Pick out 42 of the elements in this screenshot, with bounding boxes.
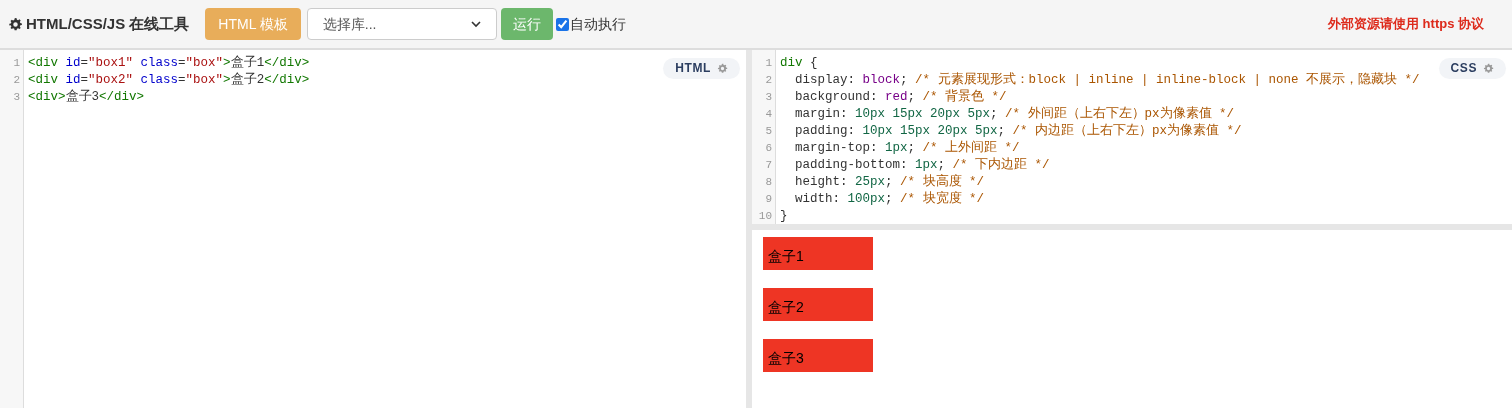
gear-icon — [8, 16, 23, 32]
code-line: margin: 10px 15px 20px 5px; /* 外间距（上右下左）px为像素值 */ — [794, 106, 1236, 123]
code-line: } — [780, 208, 789, 225]
code-line: <div>盒子3</div> — [28, 89, 146, 106]
code-line: height: 25px; /* 块高度 */ — [794, 174, 986, 191]
line-number: 5 — [764, 124, 773, 139]
preview-box: 盒子1 — [763, 237, 873, 270]
line-number: 2 — [12, 73, 21, 88]
code-line: div { — [780, 55, 819, 72]
language-badge[interactable]: HTML — [663, 58, 740, 79]
line-number: 8 — [764, 175, 773, 190]
code-line: <div id="box2" class="box">盒子2</div> — [28, 72, 310, 89]
code-line: <div id="box1" class="box">盒子1</div> — [28, 55, 310, 72]
line-number: 7 — [764, 158, 773, 173]
line-number: 2 — [764, 73, 773, 88]
line-number: 6 — [764, 141, 773, 156]
language-label: HTML — [675, 60, 711, 77]
library-select[interactable]: 选择库... — [306, 8, 497, 40]
code-line: display: block; /* 元素展现形式：block | inline | inline-block | none 不展示，隐藏块 */ — [794, 72, 1420, 89]
line-number: 3 — [12, 90, 21, 105]
auto-run-label: 自动执行 — [569, 14, 626, 34]
code-line: margin-top: 1px; /* 上外间距 */ — [794, 140, 1021, 157]
code-line: padding: 10px 15px 20px 5px; /* 内边距（上右下左）px为像素值 */ — [794, 123, 1243, 140]
language-badge[interactable]: CSS — [1438, 58, 1506, 79]
code-line: padding-bottom: 1px; /* 下内边距 */ — [794, 157, 1051, 174]
line-number: 3 — [764, 90, 773, 105]
line-number: 4 — [764, 107, 773, 122]
auto-run-checkbox[interactable] — [555, 17, 569, 31]
preview-box: 盒子3 — [763, 339, 873, 372]
gear-icon — [1483, 63, 1494, 74]
preview-box: 盒子2 — [763, 288, 873, 321]
line-number: 1 — [764, 56, 773, 71]
line-number: 9 — [764, 192, 773, 207]
app-title: HTML/CSS/JS 在线工具 — [26, 13, 190, 34]
line-number: 1 — [12, 56, 21, 71]
gear-icon — [717, 63, 728, 74]
code-line: width: 100px; /* 块宽度 */ — [794, 191, 986, 208]
code-line: background: red; /* 背景色 */ — [794, 89, 1008, 106]
https-notice: 外部资源请使用 https 协议 — [1328, 15, 1484, 34]
language-label: CSS — [1450, 60, 1477, 77]
chevron-down-icon — [470, 19, 481, 29]
line-number: 10 — [757, 209, 773, 224]
